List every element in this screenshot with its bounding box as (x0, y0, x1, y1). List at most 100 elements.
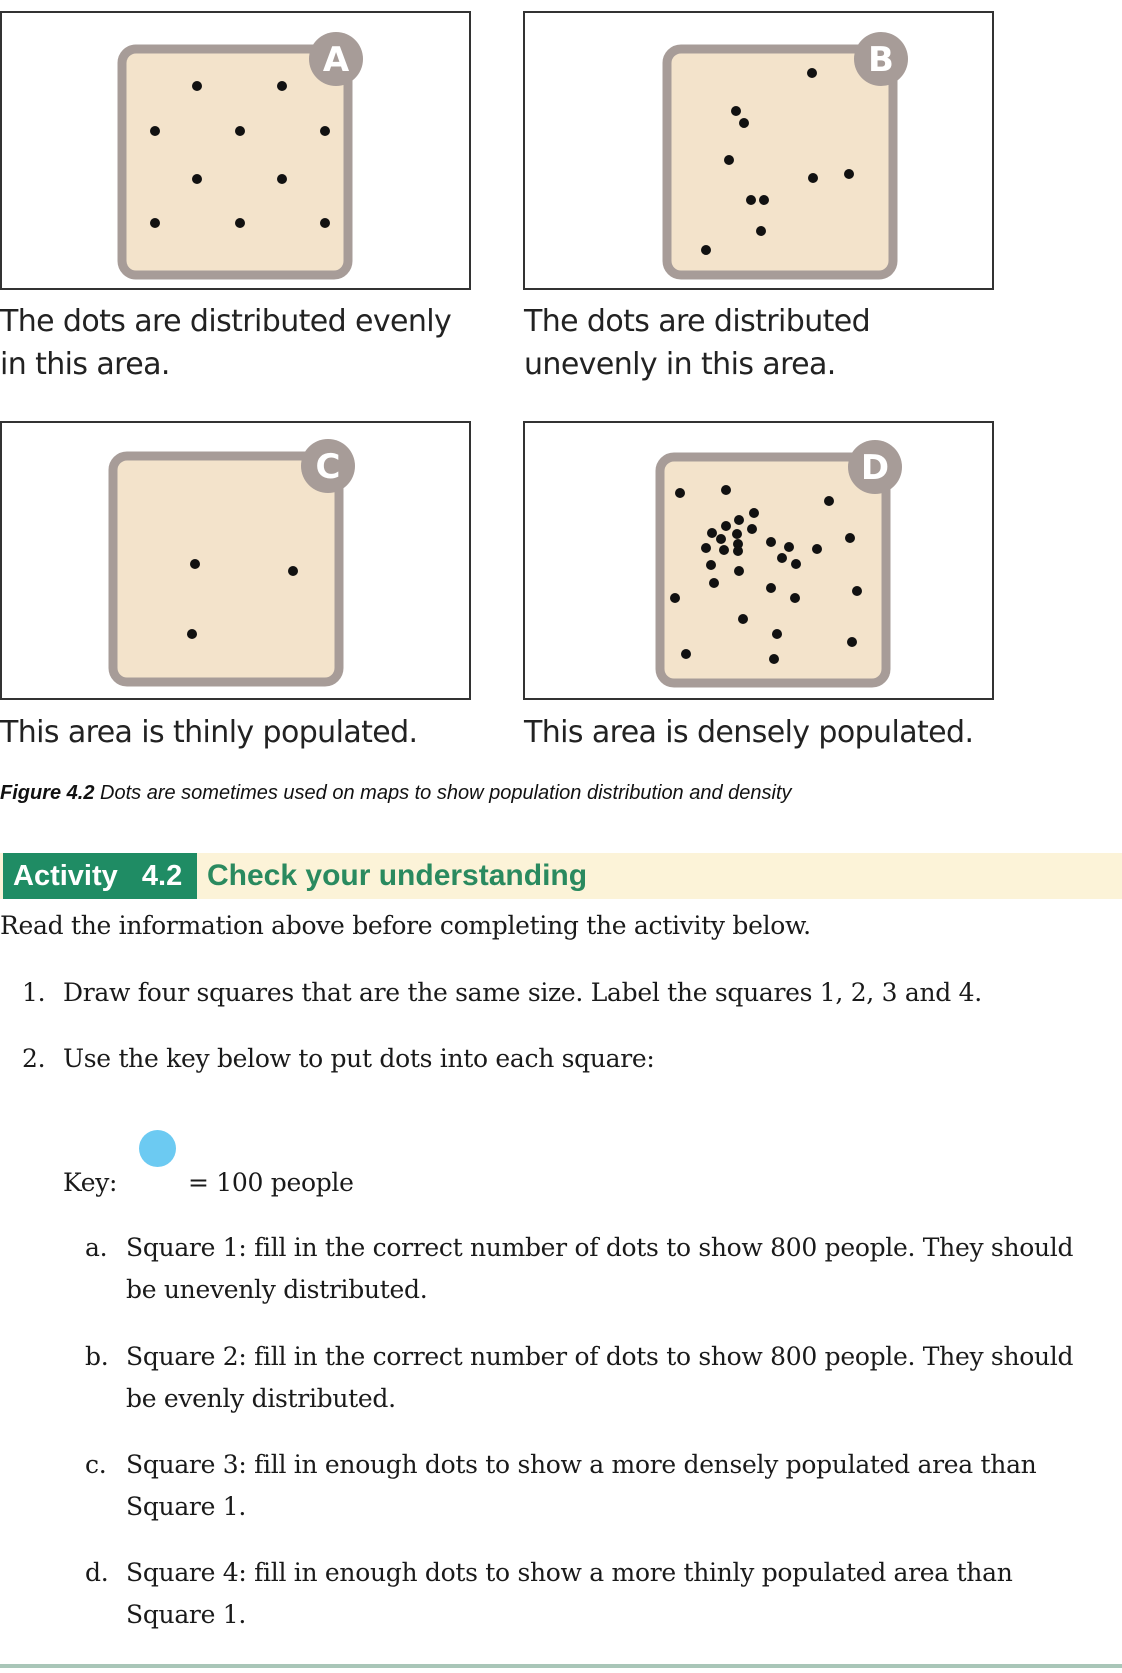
population-dot (749, 508, 759, 518)
activity-title: Check your understanding (207, 859, 588, 892)
key-label: Key: (63, 1168, 118, 1197)
population-dot (731, 106, 741, 116)
caption-a: The dots are distributed evenly in this … (0, 300, 452, 386)
label-d: D (861, 448, 889, 488)
population-dot (670, 593, 680, 603)
population-dot (747, 524, 757, 534)
bottom-divider (0, 1664, 1122, 1668)
population-dot (675, 488, 685, 498)
subitem-a-line-2: be unevenly distributed. (126, 1275, 428, 1304)
population-dot (845, 533, 855, 543)
step-2-text: Use the key below to put dots into each … (63, 1044, 655, 1073)
population-dot (844, 169, 854, 179)
population-dot (852, 586, 862, 596)
map-square-c: C (108, 439, 355, 687)
subitem-a-line-1: Square 1: fill in the correct number of … (126, 1233, 1074, 1262)
population-dot (716, 534, 726, 544)
step-1-number: 1. (22, 978, 46, 1007)
population-dot (288, 566, 298, 576)
subitem-b-line-1: Square 2: fill in the correct number of … (126, 1342, 1074, 1371)
population-dot (150, 126, 160, 136)
population-dot (187, 629, 197, 639)
figure-panel-a: A (0, 11, 471, 290)
population-dot (791, 559, 801, 569)
subitem-c-line-1: Square 3: fill in enough dots to show a … (126, 1450, 1037, 1479)
population-dot (732, 529, 742, 539)
subitem-c-line-2: Square 1. (126, 1492, 246, 1521)
caption-b-line-2: unevenly in this area. (524, 347, 836, 382)
population-dot (759, 195, 769, 205)
activity-banner: Activity 4.2 Check your understanding (0, 853, 1122, 899)
population-dot (719, 545, 729, 555)
population-dot (235, 126, 245, 136)
population-dot (190, 559, 200, 569)
population-dot (733, 546, 743, 556)
map-square-d: D (655, 440, 902, 688)
population-dot (847, 637, 857, 647)
label-b: B (868, 40, 894, 80)
population-dot (320, 126, 330, 136)
label-a: A (323, 40, 350, 80)
population-dot (738, 614, 748, 624)
figure-panel-c: C (0, 421, 471, 700)
population-dot (766, 583, 776, 593)
subitem-b-line-2: be evenly distributed. (126, 1384, 396, 1413)
figure-panel-d: D (523, 421, 994, 700)
population-dot (192, 81, 202, 91)
population-dot (772, 629, 782, 639)
population-dot (724, 155, 734, 165)
figure-caption: Figure 4.2 Dots are sometimes used on ma… (0, 782, 792, 805)
population-dot (192, 174, 202, 184)
subitem-d-line-1: Square 4: fill in enough dots to show a … (126, 1558, 1013, 1587)
population-dot (681, 649, 691, 659)
subitem-d-letter: d. (85, 1558, 109, 1587)
caption-c-line-1: This area is thinly populated. (0, 715, 418, 750)
activity-tag: Activity 4.2 (3, 853, 197, 899)
population-dot (721, 521, 731, 531)
population-dot (769, 654, 779, 664)
population-dot (790, 593, 800, 603)
caption-b-line-1: The dots are distributed (524, 304, 871, 339)
population-dot (734, 515, 744, 525)
step-1-text: Draw four squares that are the same size… (63, 978, 982, 1007)
population-dot (807, 68, 817, 78)
population-dot (824, 496, 834, 506)
population-dot (277, 174, 287, 184)
population-dot (784, 542, 794, 552)
population-dot (766, 537, 776, 547)
population-dot (812, 544, 822, 554)
activity-intro: Read the information above before comple… (0, 911, 811, 940)
population-dot (721, 485, 731, 495)
figure-panel-b: B (523, 11, 994, 290)
caption-d-line-1: This area is densely populated. (524, 715, 974, 750)
map-square-a: A (117, 32, 363, 280)
population-dot (701, 245, 711, 255)
population-dot (777, 553, 787, 563)
population-dot (235, 218, 245, 228)
subitem-c-letter: c. (85, 1450, 107, 1479)
population-dot (277, 81, 287, 91)
population-dot (706, 560, 716, 570)
figure-caption-text: Dots are sometimes used on maps to show … (94, 782, 792, 804)
population-dot (739, 118, 749, 128)
step-2-number: 2. (22, 1044, 46, 1073)
population-dot (320, 218, 330, 228)
key-dot-icon (139, 1130, 176, 1167)
population-dot (701, 543, 711, 553)
caption-d: This area is densely populated. (524, 711, 974, 754)
key-value: = 100 people (188, 1168, 354, 1197)
population-dot (808, 173, 818, 183)
caption-b: The dots are distributed unevenly in thi… (524, 300, 871, 386)
population-dot (707, 528, 717, 538)
caption-c: This area is thinly populated. (0, 711, 418, 754)
caption-a-line-2: in this area. (0, 347, 170, 382)
population-dot (734, 566, 744, 576)
subitem-a-letter: a. (85, 1233, 108, 1262)
figure-caption-label: Figure 4.2 (0, 782, 95, 804)
caption-a-line-1: The dots are distributed evenly (0, 304, 452, 339)
subitem-b-letter: b. (85, 1342, 109, 1371)
population-dot (150, 218, 160, 228)
population-dot (709, 578, 719, 588)
population-dot (746, 195, 756, 205)
population-dot (756, 226, 766, 236)
